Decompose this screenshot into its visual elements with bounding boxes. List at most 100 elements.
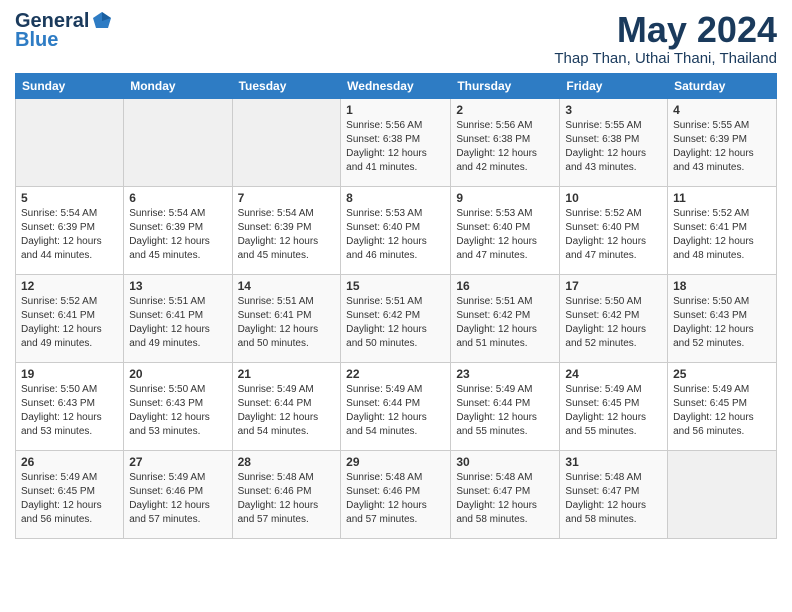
header: General Blue May 2024 Thap Than, Uthai T… — [15, 10, 777, 67]
day-info: Sunrise: 5:55 AM Sunset: 6:39 PM Dayligh… — [673, 119, 771, 175]
day-number: 27 — [129, 455, 226, 469]
table-row: 26Sunrise: 5:49 AM Sunset: 6:45 PM Dayli… — [16, 450, 124, 538]
day-info: Sunrise: 5:50 AM Sunset: 6:43 PM Dayligh… — [129, 383, 226, 439]
day-number: 1 — [346, 103, 445, 117]
calendar-header: Sunday Monday Tuesday Wednesday Thursday… — [16, 73, 777, 98]
table-row: 24Sunrise: 5:49 AM Sunset: 6:45 PM Dayli… — [560, 362, 668, 450]
table-row — [124, 98, 232, 186]
table-row: 29 Sunrise: 5:48 AM Sunset: 6:46 PM Dayli… — [341, 450, 451, 538]
day-number: 8 — [346, 191, 445, 205]
title-block: May 2024 Thap Than, Uthai Thani, Thailan… — [554, 10, 777, 67]
day-number: 2 — [456, 103, 554, 117]
table-row: 19 Sunrise: 5:50 AM Sunset: 6:43 PM Dayli… — [16, 362, 124, 450]
table-row: 2Sunrise: 5:56 AM Sunset: 6:38 PM Daylig… — [451, 98, 560, 186]
day-info: Sunrise: 5:51 AM Sunset: 6:41 PM Dayligh… — [129, 295, 226, 351]
day-info: Sunrise: 5:52 AM Sunset: 6:41 PM Dayligh… — [673, 207, 771, 263]
header-tuesday: Tuesday — [232, 73, 341, 98]
day-info: Sunrise: 5:51 AM Sunset: 6:41 PM Dayligh… — [238, 295, 336, 351]
day-number: 26 — [21, 455, 118, 469]
table-row: 1 Sunrise: 5:56 AM Sunset: 6:38 PM Daylig… — [341, 98, 451, 186]
day-info: Sunrise: 5:48 AM Sunset: 6:46 PM Dayligh… — [346, 471, 445, 527]
header-friday: Friday — [560, 73, 668, 98]
day-info: Sunrise: 5:52 AM Sunset: 6:41 PM Dayligh… — [21, 295, 118, 351]
day-number: 7 — [238, 191, 336, 205]
table-row: 12 Sunrise: 5:52 AM Sunset: 6:41 PM Dayli… — [16, 274, 124, 362]
day-info: Sunrise: 5:50 AM Sunset: 6:43 PM Dayligh… — [673, 295, 771, 351]
table-row: 23Sunrise: 5:49 AM Sunset: 6:44 PM Dayli… — [451, 362, 560, 450]
day-number: 31 — [565, 455, 662, 469]
day-number: 19 — [21, 367, 118, 381]
table-row: 9 Sunrise: 5:53 AM Sunset: 6:40 PM Daylig… — [451, 186, 560, 274]
calendar-body: 1 Sunrise: 5:56 AM Sunset: 6:38 PM Daylig… — [16, 98, 777, 538]
page-container: General Blue May 2024 Thap Than, Uthai T… — [0, 0, 792, 549]
day-info: Sunrise: 5:55 AM Sunset: 6:38 PM Dayligh… — [565, 119, 662, 175]
day-number: 22 — [346, 367, 445, 381]
day-number: 18 — [673, 279, 771, 293]
day-number: 10 — [565, 191, 662, 205]
location: Thap Than, Uthai Thani, Thailand — [554, 50, 777, 67]
table-row: 22 Sunrise: 5:49 AM Sunset: 6:44 PM Dayli… — [341, 362, 451, 450]
table-row: 15 Sunrise: 5:51 AM Sunset: 6:42 PM Dayli… — [341, 274, 451, 362]
day-info: Sunrise: 5:48 AM Sunset: 6:47 PM Dayligh… — [456, 471, 554, 527]
table-row: 4 Sunrise: 5:55 AM Sunset: 6:39 PM Daylig… — [668, 98, 777, 186]
day-number: 9 — [456, 191, 554, 205]
day-number: 15 — [346, 279, 445, 293]
day-number: 29 — [346, 455, 445, 469]
day-number: 13 — [129, 279, 226, 293]
table-row: 16Sunrise: 5:51 AM Sunset: 6:42 PM Dayli… — [451, 274, 560, 362]
table-row: 20 Sunrise: 5:50 AM Sunset: 6:43 PM Dayli… — [124, 362, 232, 450]
table-row: 13 Sunrise: 5:51 AM Sunset: 6:41 PM Dayli… — [124, 274, 232, 362]
table-row: 18 Sunrise: 5:50 AM Sunset: 6:43 PM Dayli… — [668, 274, 777, 362]
day-info: Sunrise: 5:54 AM Sunset: 6:39 PM Dayligh… — [21, 207, 118, 263]
day-info: Sunrise: 5:52 AM Sunset: 6:40 PM Dayligh… — [565, 207, 662, 263]
day-info: Sunrise: 5:54 AM Sunset: 6:39 PM Dayligh… — [129, 207, 226, 263]
table-row — [668, 450, 777, 538]
header-sunday: Sunday — [16, 73, 124, 98]
day-number: 17 — [565, 279, 662, 293]
table-row: 31 Sunrise: 5:48 AM Sunset: 6:47 PM Dayli… — [560, 450, 668, 538]
logo-flag-icon — [91, 10, 113, 32]
day-number: 12 — [21, 279, 118, 293]
day-number: 20 — [129, 367, 226, 381]
table-row: 3 Sunrise: 5:55 AM Sunset: 6:38 PM Daylig… — [560, 98, 668, 186]
table-row: 27 Sunrise: 5:49 AM Sunset: 6:46 PM Dayli… — [124, 450, 232, 538]
day-info: Sunrise: 5:49 AM Sunset: 6:46 PM Dayligh… — [129, 471, 226, 527]
day-number: 14 — [238, 279, 336, 293]
day-number: 3 — [565, 103, 662, 117]
day-info: Sunrise: 5:56 AM Sunset: 6:38 PM Dayligh… — [346, 119, 445, 175]
header-thursday: Thursday — [451, 73, 560, 98]
day-info: Sunrise: 5:53 AM Sunset: 6:40 PM Dayligh… — [456, 207, 554, 263]
table-row: 21Sunrise: 5:49 AM Sunset: 6:44 PM Dayli… — [232, 362, 341, 450]
logo-blue-text: Blue — [15, 29, 58, 52]
day-info: Sunrise: 5:51 AM Sunset: 6:42 PM Dayligh… — [456, 295, 554, 351]
month-title: May 2024 — [554, 10, 777, 50]
header-monday: Monday — [124, 73, 232, 98]
day-info: Sunrise: 5:50 AM Sunset: 6:43 PM Dayligh… — [21, 383, 118, 439]
day-info: Sunrise: 5:49 AM Sunset: 6:44 PM Dayligh… — [456, 383, 554, 439]
day-info: Sunrise: 5:50 AM Sunset: 6:42 PM Dayligh… — [565, 295, 662, 351]
day-number: 6 — [129, 191, 226, 205]
day-number: 24 — [565, 367, 662, 381]
day-info: Sunrise: 5:53 AM Sunset: 6:40 PM Dayligh… — [346, 207, 445, 263]
day-number: 4 — [673, 103, 771, 117]
table-row: 14 Sunrise: 5:51 AM Sunset: 6:41 PM Dayli… — [232, 274, 341, 362]
table-row — [16, 98, 124, 186]
table-row: 11 Sunrise: 5:52 AM Sunset: 6:41 PM Dayli… — [668, 186, 777, 274]
day-number: 28 — [238, 455, 336, 469]
day-info: Sunrise: 5:48 AM Sunset: 6:46 PM Dayligh… — [238, 471, 336, 527]
day-info: Sunrise: 5:54 AM Sunset: 6:39 PM Dayligh… — [238, 207, 336, 263]
table-row: 8 Sunrise: 5:53 AM Sunset: 6:40 PM Daylig… — [341, 186, 451, 274]
logo: General Blue — [15, 10, 113, 52]
table-row: 7 Sunrise: 5:54 AM Sunset: 6:39 PM Daylig… — [232, 186, 341, 274]
header-wednesday: Wednesday — [341, 73, 451, 98]
day-info: Sunrise: 5:49 AM Sunset: 6:44 PM Dayligh… — [346, 383, 445, 439]
day-number: 5 — [21, 191, 118, 205]
day-number: 30 — [456, 455, 554, 469]
day-number: 11 — [673, 191, 771, 205]
table-row: 30 Sunrise: 5:48 AM Sunset: 6:47 PM Dayli… — [451, 450, 560, 538]
day-info: Sunrise: 5:51 AM Sunset: 6:42 PM Dayligh… — [346, 295, 445, 351]
table-row: 25Sunrise: 5:49 AM Sunset: 6:45 PM Dayli… — [668, 362, 777, 450]
calendar-table: Sunday Monday Tuesday Wednesday Thursday… — [15, 73, 777, 539]
day-info: Sunrise: 5:48 AM Sunset: 6:47 PM Dayligh… — [565, 471, 662, 527]
day-info: Sunrise: 5:49 AM Sunset: 6:44 PM Dayligh… — [238, 383, 336, 439]
